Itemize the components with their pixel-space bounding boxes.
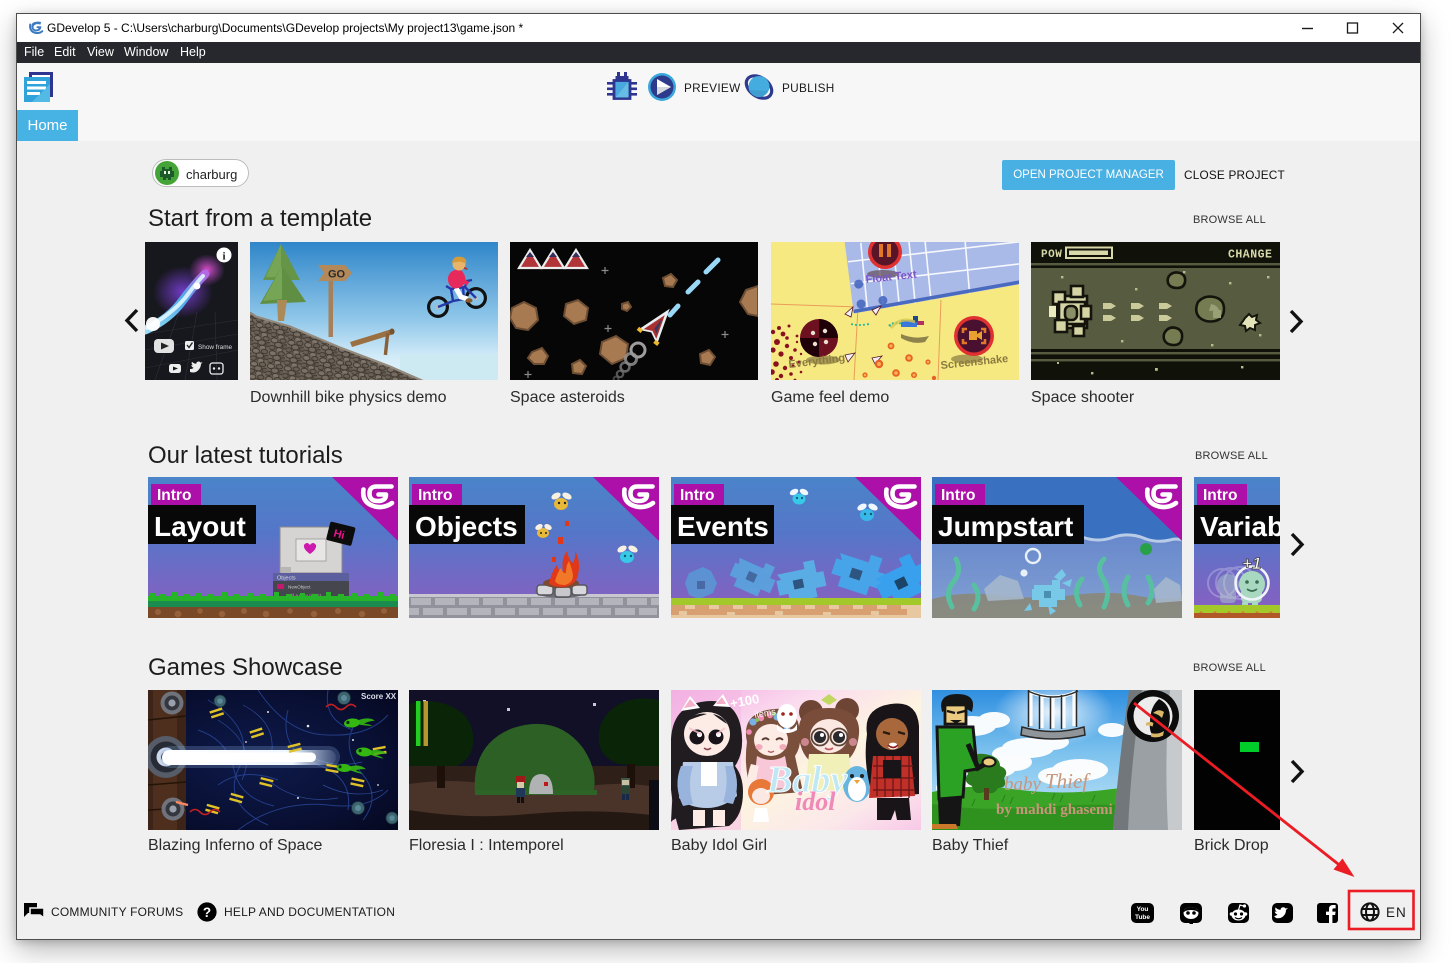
svg-text:You: You [1137, 906, 1149, 913]
svg-text:NewObject: NewObject [288, 585, 311, 590]
svg-text:Thief: Thief [1045, 769, 1091, 793]
svg-text:+1: +1 [1242, 554, 1261, 573]
svg-text:Variab: Variab [1200, 511, 1280, 542]
svg-text:GO: GO [328, 269, 346, 281]
svg-text:baby: baby [1004, 774, 1042, 795]
svg-text:idol: idol [795, 787, 836, 816]
svg-text:by mahdi ghasemi: by mahdi ghasemi [996, 802, 1113, 818]
svg-text:Objects: Objects [277, 576, 296, 582]
svg-text:Score XX: Score XX [361, 692, 397, 701]
svg-text:Objects: Objects [415, 511, 518, 542]
svg-text:Jumpstart: Jumpstart [938, 511, 1073, 542]
svg-text:Tube: Tube [1135, 914, 1150, 921]
svg-text:Intro: Intro [941, 487, 975, 504]
svg-text:Events: Events [677, 511, 769, 542]
svg-text:Intro: Intro [418, 487, 452, 504]
svg-text:Intro: Intro [1203, 487, 1237, 504]
svg-text:CHANGE: CHANGE [1228, 249, 1272, 262]
svg-text:Intro: Intro [680, 487, 714, 504]
svg-text:Show frame: Show frame [198, 344, 233, 351]
svg-text:Intro: Intro [157, 487, 191, 504]
svg-text:?: ? [203, 905, 211, 920]
svg-text:i: i [222, 251, 225, 263]
svg-text:Layout: Layout [154, 511, 246, 542]
svg-text:POW: POW [1041, 249, 1062, 261]
